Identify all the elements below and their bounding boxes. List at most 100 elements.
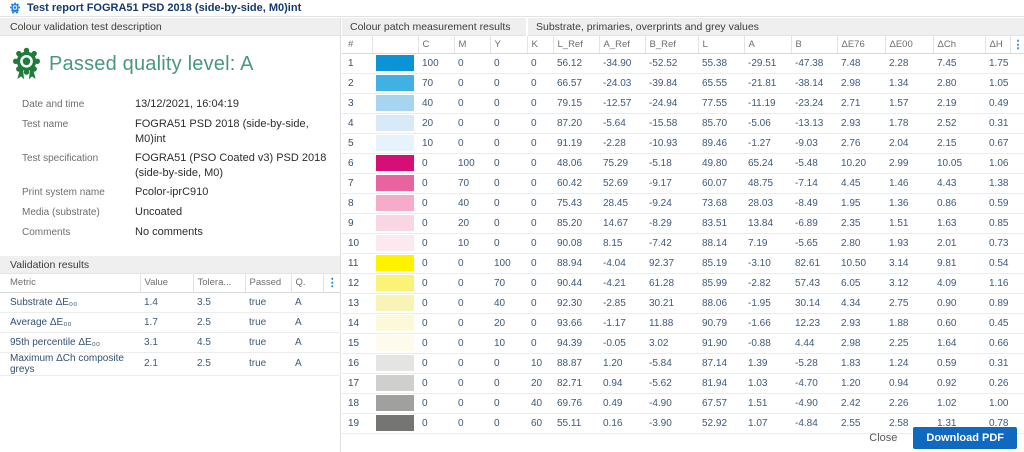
cell-a: 1.39 [744, 353, 791, 373]
cell-c: 0 [418, 393, 454, 413]
cell-de76: 2.98 [837, 73, 885, 93]
cell-c: 20 [418, 113, 454, 133]
cell-b: -4.90 [791, 393, 837, 413]
cell-k: 0 [527, 233, 553, 253]
measurement-header-row: # C M Y K L_Ref A_Ref B_Ref L A B ΔE76 Δ… [342, 36, 1024, 53]
measurement-table: # C M Y K L_Ref A_Ref B_Ref L A B ΔE76 Δ… [342, 36, 1024, 434]
cell-b: -4.84 [791, 413, 837, 433]
passed-cell: true [245, 352, 291, 375]
measurement-table-body: 110000056.12-34.90-52.5255.38-29.51-47.3… [342, 53, 1024, 433]
group-headers: Colour patch measurement results Substra… [342, 18, 1024, 36]
cell-y: 0 [490, 353, 527, 373]
colour-patch-swatch [372, 293, 418, 313]
cell-a: 65.24 [744, 153, 791, 173]
value-cell: 2.1 [140, 352, 193, 375]
validation-menu-cell: ⋮ [323, 274, 341, 292]
cell-n: 5 [342, 133, 372, 153]
cell-dh: 0.59 [985, 193, 1010, 213]
field-value: No comments [135, 225, 332, 241]
cell-de00: 2.25 [885, 333, 933, 353]
tolerance-cell: 2.5 [193, 352, 245, 375]
cell-a_ref: 52.69 [599, 173, 645, 193]
col-b: B [791, 36, 837, 53]
cell-a: -11.19 [744, 93, 791, 113]
cell-dch: 2.01 [933, 233, 985, 253]
cell-b: 4.44 [791, 333, 837, 353]
cell-l_ref: 91.19 [553, 133, 599, 153]
cell-dch: 4.09 [933, 273, 985, 293]
cell-m: 0 [454, 253, 490, 273]
metric-cell: Substrate ΔE₀₀ [0, 292, 140, 312]
cell-n: 18 [342, 393, 372, 413]
cell-c: 0 [418, 193, 454, 213]
cell-a_ref: 1.20 [599, 353, 645, 373]
field-value: FOGRA51 (PSO Coated v3) PSD 2018 (side-b… [135, 151, 332, 181]
metric-cell: Maximum ΔCh composite greys [0, 352, 140, 375]
cell-y: 10 [490, 333, 527, 353]
tolerance-cell: 4.5 [193, 332, 245, 352]
cell-b_ref: -5.62 [645, 373, 698, 393]
colour-patch-swatch [372, 73, 418, 93]
cell-y: 0 [490, 193, 527, 213]
kebab-menu-icon[interactable]: ⋮ [327, 277, 338, 289]
cell-c: 0 [418, 153, 454, 173]
cell-n: 3 [342, 93, 372, 113]
colour-patch-swatch [372, 313, 418, 333]
cell-b: -9.03 [791, 133, 837, 153]
description-row-print-system: Print system name Pcolor-iprC910 [0, 183, 340, 203]
cell-k: 0 [527, 153, 553, 173]
cell-b_ref: -5.84 [645, 353, 698, 373]
validation-results-header: Validation results [0, 256, 340, 274]
download-pdf-button[interactable]: Download PDF [913, 427, 1017, 449]
cell-de76: 1.83 [837, 353, 885, 373]
kebab-menu-icon[interactable]: ⋮ [1013, 39, 1024, 51]
cell-m: 0 [454, 313, 490, 333]
cell-k: 0 [527, 213, 553, 233]
description-row-date: Date and time 13/12/2021, 16:04:19 [0, 95, 340, 115]
cell-dh: 0.49 [985, 93, 1010, 113]
cell-a: 48.75 [744, 173, 791, 193]
cell-n: 15 [342, 333, 372, 353]
cell-k: 0 [527, 133, 553, 153]
cell-b_ref: -15.58 [645, 113, 698, 133]
quality-cell: A [291, 312, 323, 332]
tolerance-cell: 2.5 [193, 312, 245, 332]
cell-l: 60.07 [698, 173, 744, 193]
cell-dch: 2.52 [933, 113, 985, 133]
measurement-row: 42000087.20-5.64-15.5885.70-5.06-13.132.… [342, 113, 1024, 133]
cell-l_ref: 48.06 [553, 153, 599, 173]
col-de76: ΔE76 [837, 36, 885, 53]
cell-de00: 2.26 [885, 393, 933, 413]
cell-dh: 0.54 [985, 253, 1010, 273]
colour-patch-swatch [372, 113, 418, 133]
measurement-row: 180004069.760.49-4.9067.571.51-4.902.422… [342, 393, 1024, 413]
validation-results-table: Metric Value Tolera... Passed Q. ⋮ Subst… [0, 274, 341, 376]
cell-dch: 1.02 [933, 393, 985, 413]
cell-de00: 1.51 [885, 213, 933, 233]
measurement-menu-cell: ⋮ [1010, 36, 1024, 53]
cell-de76: 2.93 [837, 313, 885, 333]
colour-patch-swatch [372, 93, 418, 113]
quality-cell: A [291, 332, 323, 352]
cell-de00: 1.88 [885, 313, 933, 333]
cell-de76: 2.71 [837, 93, 885, 113]
footer-actions: Close Download PDF [869, 427, 1017, 449]
colour-patch-swatch [372, 413, 418, 433]
cell-n: 16 [342, 353, 372, 373]
cell-k: 0 [527, 173, 553, 193]
cell-l: 77.55 [698, 93, 744, 113]
cell-l_ref: 75.43 [553, 193, 599, 213]
cell-b: -5.48 [791, 153, 837, 173]
cell-n: 11 [342, 253, 372, 273]
cell-k: 10 [527, 353, 553, 373]
cell-c: 0 [418, 213, 454, 233]
close-button[interactable]: Close [869, 432, 897, 444]
cell-l_ref: 79.15 [553, 93, 599, 113]
cell-dh: 0.85 [985, 213, 1010, 233]
value-cell: 1.4 [140, 292, 193, 312]
cell-a: -1.95 [744, 293, 791, 313]
col-a-ref: A_Ref [599, 36, 645, 53]
cell-de00: 1.34 [885, 73, 933, 93]
colour-patch-swatch [372, 333, 418, 353]
cell-a_ref: 14.67 [599, 213, 645, 233]
